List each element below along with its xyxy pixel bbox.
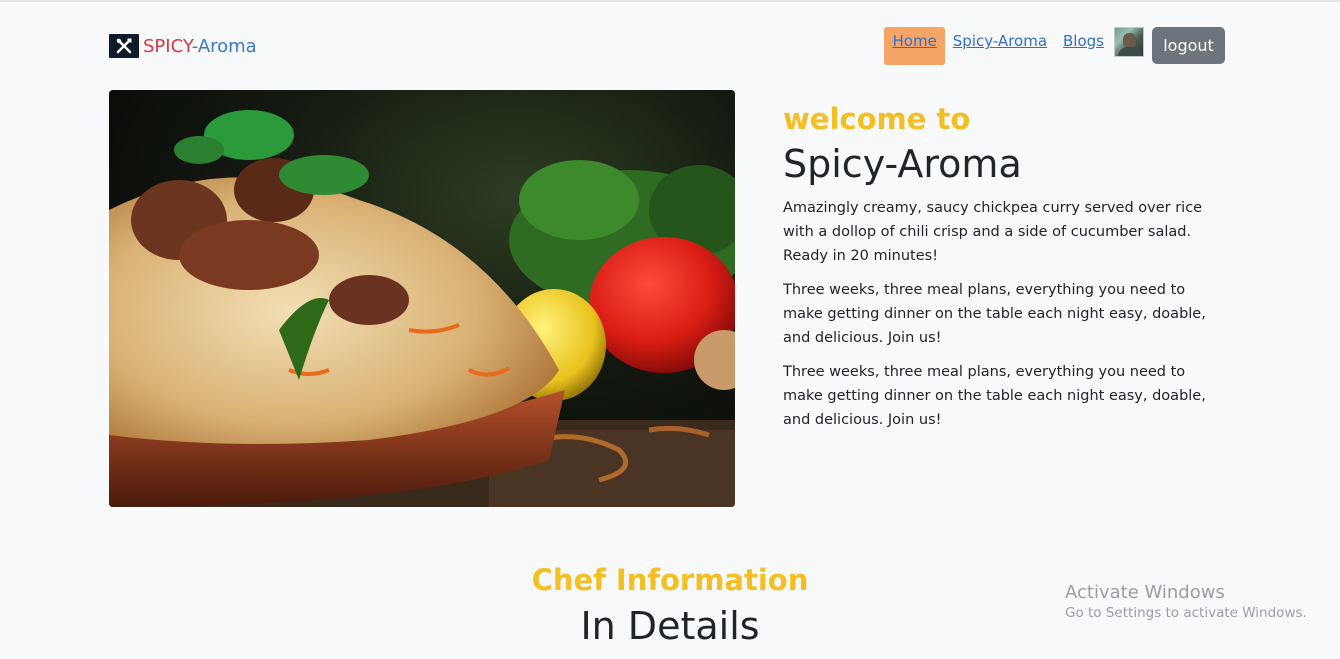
- hero-paragraph: Three weeks, three meal plans, everythin…: [783, 364, 1206, 428]
- brand-spicy: SPICY: [143, 35, 192, 57]
- user-avatar[interactable]: [1114, 27, 1144, 57]
- hero-text: welcome to Spicy-Aroma Amazingly creamy,…: [783, 100, 1223, 442]
- avatar-body: [1118, 47, 1142, 56]
- brand[interactable]: SPICY-Aroma: [109, 34, 257, 58]
- welcome-heading: welcome to: [783, 102, 971, 136]
- watermark-title: Activate Windows: [1065, 582, 1225, 603]
- watermark-subtitle: Go to Settings to activate Windows.: [1065, 605, 1307, 621]
- hero-food-image: [109, 90, 735, 507]
- utensils-icon: [109, 34, 139, 58]
- hero-paragraph: Amazingly creamy, saucy chickpea curry s…: [783, 200, 1203, 264]
- windows-activation-watermark: Activate Windows Go to Settings to activ…: [1065, 582, 1307, 621]
- nav-link-blogs[interactable]: Blogs: [1063, 32, 1104, 50]
- avatar-face: [1123, 33, 1136, 48]
- nav-link-home[interactable]: Home: [892, 32, 936, 50]
- nav-item-home[interactable]: Home: [884, 27, 945, 65]
- main-nav: Home Spicy-Aroma Blogs logout: [884, 27, 1225, 65]
- nav-link-spicy-aroma[interactable]: Spicy-Aroma: [953, 32, 1047, 50]
- hero-paragraph: Three weeks, three meal plans, everythin…: [783, 282, 1206, 346]
- brand-name: SPICY-Aroma: [143, 36, 257, 57]
- nav-item-spicy-aroma[interactable]: Spicy-Aroma: [953, 27, 1047, 50]
- brand-aroma: Aroma: [197, 35, 257, 57]
- top-border: [0, 0, 1340, 2]
- hero-title: Spicy-Aroma: [783, 142, 1022, 186]
- logout-button[interactable]: logout: [1152, 27, 1225, 64]
- nav-item-blogs[interactable]: Blogs: [1063, 27, 1104, 50]
